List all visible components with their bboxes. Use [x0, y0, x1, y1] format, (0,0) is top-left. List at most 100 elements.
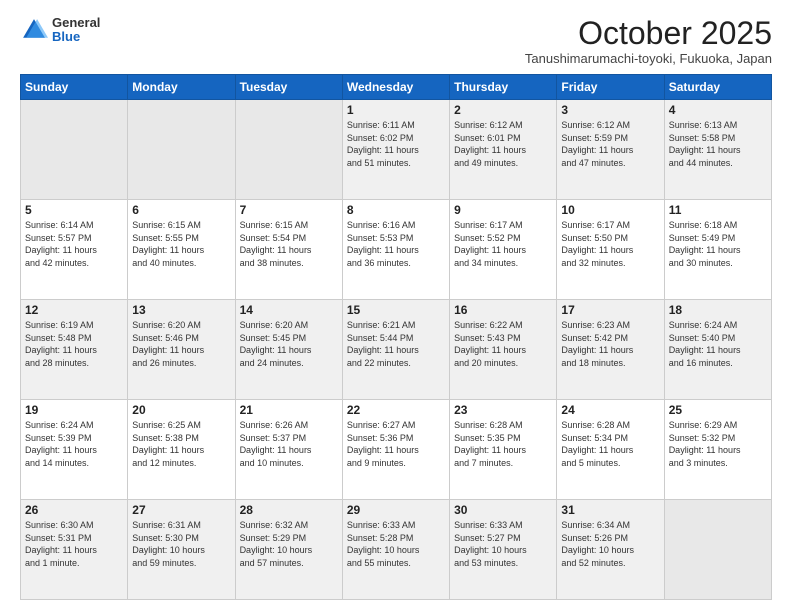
calendar-week-row: 26Sunrise: 6:30 AM Sunset: 5:31 PM Dayli… [21, 500, 772, 600]
day-info: Sunrise: 6:23 AM Sunset: 5:42 PM Dayligh… [561, 319, 659, 369]
calendar-cell: 22 Sunrise: 6:27 AM Sunset: 5:36 PM Dayli… [342, 400, 449, 500]
calendar-cell: 12Sunrise: 6:19 AM Sunset: 5:48 PM Dayli… [21, 300, 128, 400]
day-info: Sunrise: 6:26 AM Sunset: 5:37 PM Dayligh… [240, 419, 338, 469]
day-info: Sunrise: 6:30 AM Sunset: 5:31 PM Dayligh… [25, 519, 123, 569]
day-number: 29 [347, 503, 445, 517]
calendar-cell: 4 Sunrise: 6:13 AM Sunset: 5:58 PM Daylig… [664, 100, 771, 200]
calendar-cell: 26Sunrise: 6:30 AM Sunset: 5:31 PM Dayli… [21, 500, 128, 600]
calendar-cell: 20Sunrise: 6:25 AM Sunset: 5:38 PM Dayli… [128, 400, 235, 500]
day-number: 16 [454, 303, 552, 317]
day-info: Sunrise: 6:16 AM Sunset: 5:53 PM Dayligh… [347, 219, 445, 269]
day-number: 10 [561, 203, 659, 217]
day-number: 13 [132, 303, 230, 317]
calendar-table: SundayMondayTuesdayWednesdayThursdayFrid… [20, 74, 772, 600]
day-info: Sunrise: 6:27 AM Sunset: 5:36 PM Dayligh… [347, 419, 445, 469]
day-info: Sunrise: 6:17 AM Sunset: 5:50 PM Dayligh… [561, 219, 659, 269]
day-info: Sunrise: 6:19 AM Sunset: 5:48 PM Dayligh… [25, 319, 123, 369]
weekday-header-friday: Friday [557, 75, 664, 100]
month-title: October 2025 [525, 16, 772, 51]
weekday-header-tuesday: Tuesday [235, 75, 342, 100]
calendar-week-row: 5Sunrise: 6:14 AM Sunset: 5:57 PM Daylig… [21, 200, 772, 300]
day-info: Sunrise: 6:22 AM Sunset: 5:43 PM Dayligh… [454, 319, 552, 369]
day-info: Sunrise: 6:33 AM Sunset: 5:27 PM Dayligh… [454, 519, 552, 569]
day-info: Sunrise: 6:32 AM Sunset: 5:29 PM Dayligh… [240, 519, 338, 569]
calendar-cell: 21 Sunrise: 6:26 AM Sunset: 5:37 PM Dayli… [235, 400, 342, 500]
day-info: Sunrise: 6:17 AM Sunset: 5:52 PM Dayligh… [454, 219, 552, 269]
day-info: Sunrise: 6:21 AM Sunset: 5:44 PM Dayligh… [347, 319, 445, 369]
header: General Blue October 2025 Tanushimarumac… [20, 16, 772, 66]
calendar-cell: 1 Sunrise: 6:11 AM Sunset: 6:02 PM Daylig… [342, 100, 449, 200]
day-number: 8 [347, 203, 445, 217]
calendar-cell [664, 500, 771, 600]
day-info: Sunrise: 6:25 AM Sunset: 5:38 PM Dayligh… [132, 419, 230, 469]
calendar-cell: 8 Sunrise: 6:16 AM Sunset: 5:53 PM Daylig… [342, 200, 449, 300]
calendar-cell: 24 Sunrise: 6:28 AM Sunset: 5:34 PM Dayli… [557, 400, 664, 500]
day-number: 2 [454, 103, 552, 117]
calendar-cell: 17 Sunrise: 6:23 AM Sunset: 5:42 PM Dayli… [557, 300, 664, 400]
calendar-cell: 9Sunrise: 6:17 AM Sunset: 5:52 PM Daylig… [450, 200, 557, 300]
day-info: Sunrise: 6:34 AM Sunset: 5:26 PM Dayligh… [561, 519, 659, 569]
page: General Blue October 2025 Tanushimarumac… [0, 0, 792, 612]
calendar-cell: 5Sunrise: 6:14 AM Sunset: 5:57 PM Daylig… [21, 200, 128, 300]
day-number: 25 [669, 403, 767, 417]
calendar-cell: 7 Sunrise: 6:15 AM Sunset: 5:54 PM Daylig… [235, 200, 342, 300]
calendar-cell: 30 Sunrise: 6:33 AM Sunset: 5:27 PM Dayli… [450, 500, 557, 600]
day-info: Sunrise: 6:18 AM Sunset: 5:49 PM Dayligh… [669, 219, 767, 269]
logo-general: General [52, 16, 100, 30]
day-info: Sunrise: 6:15 AM Sunset: 5:55 PM Dayligh… [132, 219, 230, 269]
day-info: Sunrise: 6:11 AM Sunset: 6:02 PM Dayligh… [347, 119, 445, 169]
weekday-header-sunday: Sunday [21, 75, 128, 100]
title-block: October 2025 Tanushimarumachi-toyoki, Fu… [525, 16, 772, 66]
day-number: 31 [561, 503, 659, 517]
calendar-cell: 23Sunrise: 6:28 AM Sunset: 5:35 PM Dayli… [450, 400, 557, 500]
calendar-cell: 28Sunrise: 6:32 AM Sunset: 5:29 PM Dayli… [235, 500, 342, 600]
day-number: 4 [669, 103, 767, 117]
calendar-cell: 13Sunrise: 6:20 AM Sunset: 5:46 PM Dayli… [128, 300, 235, 400]
day-number: 21 [240, 403, 338, 417]
location-subtitle: Tanushimarumachi-toyoki, Fukuoka, Japan [525, 51, 772, 66]
calendar-cell: 25 Sunrise: 6:29 AM Sunset: 5:32 PM Dayli… [664, 400, 771, 500]
day-number: 1 [347, 103, 445, 117]
calendar-cell: 10 Sunrise: 6:17 AM Sunset: 5:50 PM Dayli… [557, 200, 664, 300]
day-info: Sunrise: 6:13 AM Sunset: 5:58 PM Dayligh… [669, 119, 767, 169]
calendar-week-row: 12Sunrise: 6:19 AM Sunset: 5:48 PM Dayli… [21, 300, 772, 400]
day-info: Sunrise: 6:33 AM Sunset: 5:28 PM Dayligh… [347, 519, 445, 569]
weekday-header-wednesday: Wednesday [342, 75, 449, 100]
day-info: Sunrise: 6:20 AM Sunset: 5:45 PM Dayligh… [240, 319, 338, 369]
calendar-cell: 16 Sunrise: 6:22 AM Sunset: 5:43 PM Dayli… [450, 300, 557, 400]
day-info: Sunrise: 6:12 AM Sunset: 6:01 PM Dayligh… [454, 119, 552, 169]
calendar-cell [21, 100, 128, 200]
day-number: 15 [347, 303, 445, 317]
calendar-cell: 6 Sunrise: 6:15 AM Sunset: 5:55 PM Daylig… [128, 200, 235, 300]
day-number: 11 [669, 203, 767, 217]
logo-blue: Blue [52, 30, 100, 44]
calendar-cell: 3Sunrise: 6:12 AM Sunset: 5:59 PM Daylig… [557, 100, 664, 200]
weekday-header-saturday: Saturday [664, 75, 771, 100]
logo-text: General Blue [52, 16, 100, 45]
day-info: Sunrise: 6:28 AM Sunset: 5:34 PM Dayligh… [561, 419, 659, 469]
day-info: Sunrise: 6:31 AM Sunset: 5:30 PM Dayligh… [132, 519, 230, 569]
day-number: 17 [561, 303, 659, 317]
calendar-cell: 15 Sunrise: 6:21 AM Sunset: 5:44 PM Dayli… [342, 300, 449, 400]
day-number: 6 [132, 203, 230, 217]
calendar-week-row: 1 Sunrise: 6:11 AM Sunset: 6:02 PM Daylig… [21, 100, 772, 200]
day-number: 24 [561, 403, 659, 417]
calendar-cell: 11 Sunrise: 6:18 AM Sunset: 5:49 PM Dayli… [664, 200, 771, 300]
day-number: 30 [454, 503, 552, 517]
day-number: 14 [240, 303, 338, 317]
day-info: Sunrise: 6:29 AM Sunset: 5:32 PM Dayligh… [669, 419, 767, 469]
day-info: Sunrise: 6:15 AM Sunset: 5:54 PM Dayligh… [240, 219, 338, 269]
calendar-cell: 31 Sunrise: 6:34 AM Sunset: 5:26 PM Dayli… [557, 500, 664, 600]
calendar-week-row: 19Sunrise: 6:24 AM Sunset: 5:39 PM Dayli… [21, 400, 772, 500]
weekday-header-monday: Monday [128, 75, 235, 100]
weekday-header-thursday: Thursday [450, 75, 557, 100]
day-number: 7 [240, 203, 338, 217]
logo: General Blue [20, 16, 100, 45]
day-number: 18 [669, 303, 767, 317]
calendar-cell: 14 Sunrise: 6:20 AM Sunset: 5:45 PM Dayli… [235, 300, 342, 400]
calendar-header-row: SundayMondayTuesdayWednesdayThursdayFrid… [21, 75, 772, 100]
day-number: 22 [347, 403, 445, 417]
day-info: Sunrise: 6:24 AM Sunset: 5:39 PM Dayligh… [25, 419, 123, 469]
calendar-cell: 2 Sunrise: 6:12 AM Sunset: 6:01 PM Daylig… [450, 100, 557, 200]
calendar-cell: 18Sunrise: 6:24 AM Sunset: 5:40 PM Dayli… [664, 300, 771, 400]
